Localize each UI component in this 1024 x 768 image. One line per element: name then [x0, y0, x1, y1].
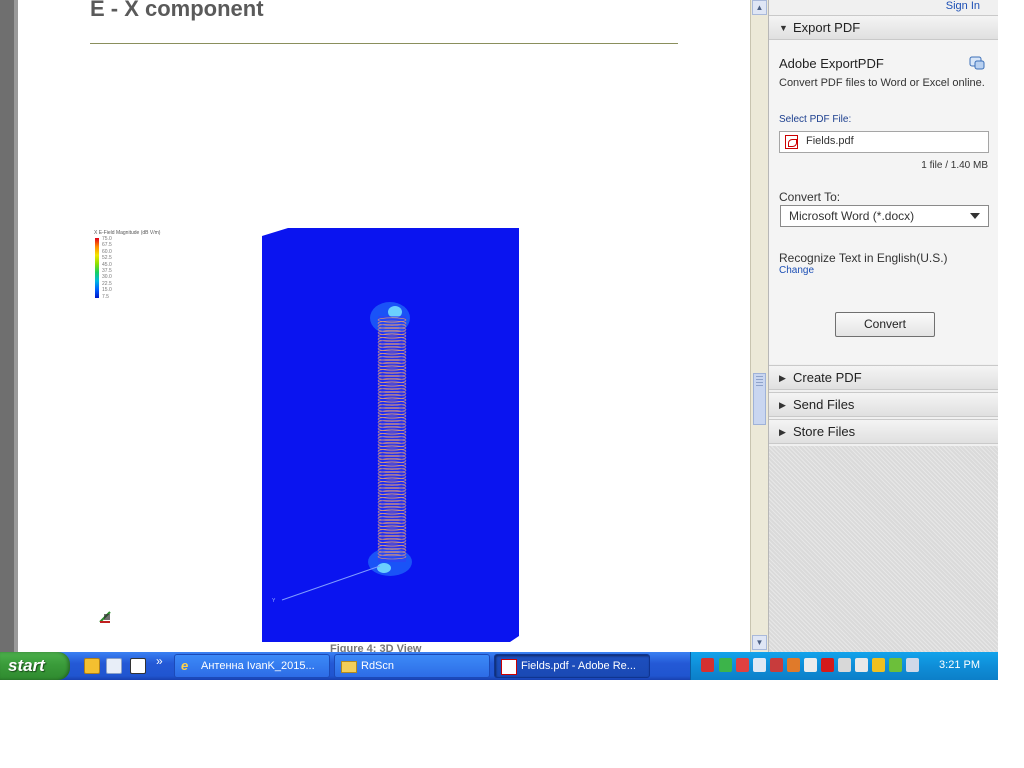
expanded-triangle-icon: ▼: [779, 23, 788, 33]
file-name: Fields.pdf: [806, 135, 854, 147]
taskbar-item-label: RdScn: [361, 660, 395, 672]
start-button[interactable]: start: [0, 652, 70, 680]
convert-to-label: Convert To:: [779, 190, 841, 204]
quicklaunch-desktop-icon[interactable]: [130, 658, 146, 674]
store-files-header[interactable]: ▶ Store Files: [769, 419, 998, 444]
color-scale-labels: 75.0 67.5 60.0 52.5 45.0 37.5 30.0 22.5 …: [102, 236, 112, 300]
document-scrollbar[interactable]: ▲ ▼: [750, 0, 768, 652]
collapsed-triangle-icon: ▶: [779, 400, 786, 410]
system-tray: 3:21 PM: [690, 652, 998, 680]
taskbar-item-label: Fields.pdf - Adobe Re...: [521, 660, 636, 672]
tray-app-icon[interactable]: [838, 658, 851, 672]
tray-app-icon[interactable]: [872, 658, 885, 672]
tray-app-icon[interactable]: [855, 658, 868, 672]
folder-icon: [341, 661, 357, 673]
export-pdf-panel: Adobe ExportPDF Convert PDF files to Wor…: [769, 40, 998, 364]
taskbar-item-acrobat[interactable]: Fields.pdf - Adobe Re...: [494, 654, 650, 678]
tray-security-icon[interactable]: [719, 658, 732, 672]
quicklaunch-clock-icon[interactable]: [84, 658, 100, 674]
tray-app-icon[interactable]: [787, 658, 800, 672]
send-files-header[interactable]: ▶ Send Files: [769, 392, 998, 417]
legend-value: 30.0: [102, 274, 112, 281]
color-scale-bar: [95, 238, 99, 298]
create-pdf-label: Create PDF: [793, 370, 862, 385]
chevron-down-icon: [970, 213, 980, 219]
convert-format-value: Microsoft Word (*.docx): [789, 209, 915, 223]
taskbar-item-browser[interactable]: e Антенна IvanK_2015...: [174, 654, 330, 678]
pdf-file-field[interactable]: Fields.pdf: [779, 131, 989, 153]
legend-value: 7.5: [102, 293, 109, 300]
quicklaunch-overflow-icon[interactable]: »: [156, 654, 163, 668]
taskbar-item-label: Антенна IvanK_2015...: [201, 660, 315, 672]
convert-button[interactable]: Convert: [835, 312, 935, 337]
3d-field-figure: Y: [262, 228, 519, 642]
tray-acrobat-icon[interactable]: [821, 658, 834, 672]
tray-app-icon[interactable]: [736, 658, 749, 672]
tray-volume-icon[interactable]: [804, 658, 817, 672]
clock: 3:21 PM: [939, 659, 980, 671]
taskbar-item-folder[interactable]: RdScn: [334, 654, 490, 678]
collapsed-triangle-icon: ▶: [779, 373, 786, 383]
collapsed-triangle-icon: ▶: [779, 427, 786, 437]
convert-format-dropdown[interactable]: Microsoft Word (*.docx): [780, 205, 989, 227]
export-pdf-header[interactable]: ▼ Export PDF: [769, 15, 998, 40]
legend-value: 15.0: [102, 287, 112, 294]
legend-value: 52.5: [102, 255, 112, 262]
adobe-exportpdf-title: Adobe ExportPDF: [779, 56, 884, 71]
scroll-up-button[interactable]: ▲: [752, 0, 767, 15]
pane-empty-area: [769, 446, 998, 652]
start-label: start: [8, 656, 45, 675]
export-pdf-label: Export PDF: [793, 20, 861, 35]
send-files-label: Send Files: [793, 397, 855, 412]
tray-app-icon[interactable]: [906, 658, 919, 672]
tools-pane: Sign In ▼ Export PDF Adobe ExportPDF Con…: [768, 0, 998, 652]
legend-value: 67.5: [102, 242, 112, 249]
document-page: E - X component X E-Field Magnitude (dB …: [18, 0, 747, 652]
pdf-file-icon: [785, 135, 798, 149]
store-files-label: Store Files: [793, 424, 856, 439]
scroll-thumb[interactable]: [753, 373, 766, 425]
change-language-link[interactable]: Change: [779, 265, 814, 276]
page-heading: E - X component: [90, 0, 264, 21]
windows-taskbar: start » e Антенна IvanK_2015... RdScn Fi…: [0, 652, 998, 680]
figure-caption: Figure 4: 3D View: [330, 643, 422, 652]
axis-orientation-icon: [99, 611, 111, 623]
quicklaunch-explorer-icon[interactable]: [106, 658, 122, 674]
recognize-text-label: Recognize Text in English(U.S.): [779, 251, 948, 265]
export-description: Convert PDF files to Word or Excel onlin…: [779, 77, 985, 89]
scroll-down-button[interactable]: ▼: [752, 635, 767, 650]
sign-in-link[interactable]: Sign In: [946, 0, 980, 12]
tray-app-icon[interactable]: [889, 658, 902, 672]
file-size-info: 1 file / 1.40 MB: [921, 160, 988, 171]
create-pdf-header[interactable]: ▶ Create PDF: [769, 365, 998, 390]
heading-rule: [90, 43, 678, 44]
select-file-label: Select PDF File:: [779, 114, 852, 125]
tray-app-icon[interactable]: [770, 658, 783, 672]
left-navigation-strip: [0, 0, 18, 652]
tray-network-icon[interactable]: [753, 658, 766, 672]
pdf-icon: [501, 659, 517, 675]
ie-icon: e: [181, 658, 189, 673]
cloud-service-icon[interactable]: [969, 56, 985, 70]
tray-app-icon[interactable]: [701, 658, 714, 672]
